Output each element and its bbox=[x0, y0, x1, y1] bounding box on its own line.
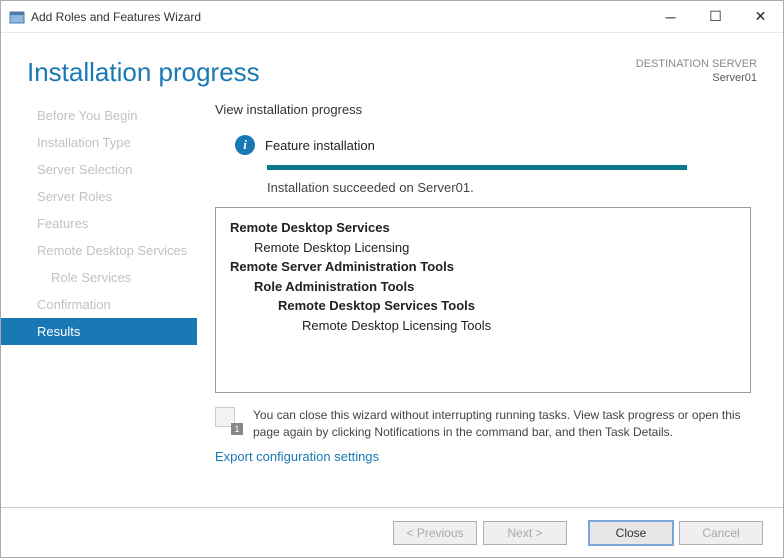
detail-item: Remote Desktop Services bbox=[230, 218, 736, 238]
cancel-button: Cancel bbox=[679, 521, 763, 545]
next-button: Next > bbox=[483, 521, 567, 545]
wizard-steps-sidebar: Before You Begin Installation Type Serve… bbox=[1, 94, 197, 492]
step-results: Results bbox=[1, 318, 197, 345]
header: Installation progress DESTINATION SERVER… bbox=[1, 33, 783, 94]
step-before-you-begin: Before You Begin bbox=[1, 102, 197, 129]
minimize-button[interactable]: ─ bbox=[648, 1, 693, 32]
feature-installation-label: Feature installation bbox=[265, 138, 375, 153]
step-confirmation: Confirmation bbox=[1, 291, 197, 318]
destination-server: Server01 bbox=[636, 71, 757, 85]
close-button[interactable]: Close bbox=[589, 521, 673, 545]
view-progress-label: View installation progress bbox=[215, 102, 751, 117]
page-title: Installation progress bbox=[27, 57, 260, 88]
export-configuration-link[interactable]: Export configuration settings bbox=[215, 449, 751, 464]
footer: < Previous Next > Close Cancel bbox=[1, 507, 783, 557]
previous-button: < Previous bbox=[393, 521, 477, 545]
notifications-flag-icon: 1 bbox=[215, 407, 241, 433]
destination-label: DESTINATION SERVER bbox=[636, 57, 757, 71]
step-remote-desktop-services: Remote Desktop Services bbox=[1, 237, 197, 264]
maximize-button[interactable]: ☐ bbox=[693, 1, 738, 32]
app-icon bbox=[9, 9, 25, 25]
step-role-services: Role Services bbox=[1, 264, 197, 291]
info-icon: i bbox=[235, 135, 255, 155]
window-title: Add Roles and Features Wizard bbox=[31, 10, 648, 24]
destination-block: DESTINATION SERVER Server01 bbox=[636, 57, 757, 86]
detail-item: Remote Desktop Licensing bbox=[230, 238, 736, 258]
notifications-badge: 1 bbox=[231, 423, 243, 435]
step-installation-type: Installation Type bbox=[1, 129, 197, 156]
detail-item: Remote Server Administration Tools bbox=[230, 257, 736, 277]
window-controls: ─ ☐ ✕ bbox=[648, 1, 783, 32]
titlebar: Add Roles and Features Wizard ─ ☐ ✕ bbox=[1, 1, 783, 33]
main-panel: View installation progress i Feature ins… bbox=[197, 94, 783, 492]
installation-status: Installation succeeded on Server01. bbox=[267, 180, 751, 195]
step-server-roles: Server Roles bbox=[1, 183, 197, 210]
detail-item: Remote Desktop Licensing Tools bbox=[230, 316, 736, 336]
progress-bar bbox=[267, 165, 687, 170]
close-window-button[interactable]: ✕ bbox=[738, 1, 783, 32]
detail-item: Remote Desktop Services Tools bbox=[230, 296, 736, 316]
detail-item: Role Administration Tools bbox=[230, 277, 736, 297]
installed-items-box: Remote Desktop Services Remote Desktop L… bbox=[215, 207, 751, 393]
step-features: Features bbox=[1, 210, 197, 237]
step-server-selection: Server Selection bbox=[1, 156, 197, 183]
hint-row: 1 You can close this wizard without inte… bbox=[215, 407, 751, 441]
hint-text: You can close this wizard without interr… bbox=[253, 407, 751, 441]
feature-installation-row: i Feature installation bbox=[235, 135, 751, 155]
